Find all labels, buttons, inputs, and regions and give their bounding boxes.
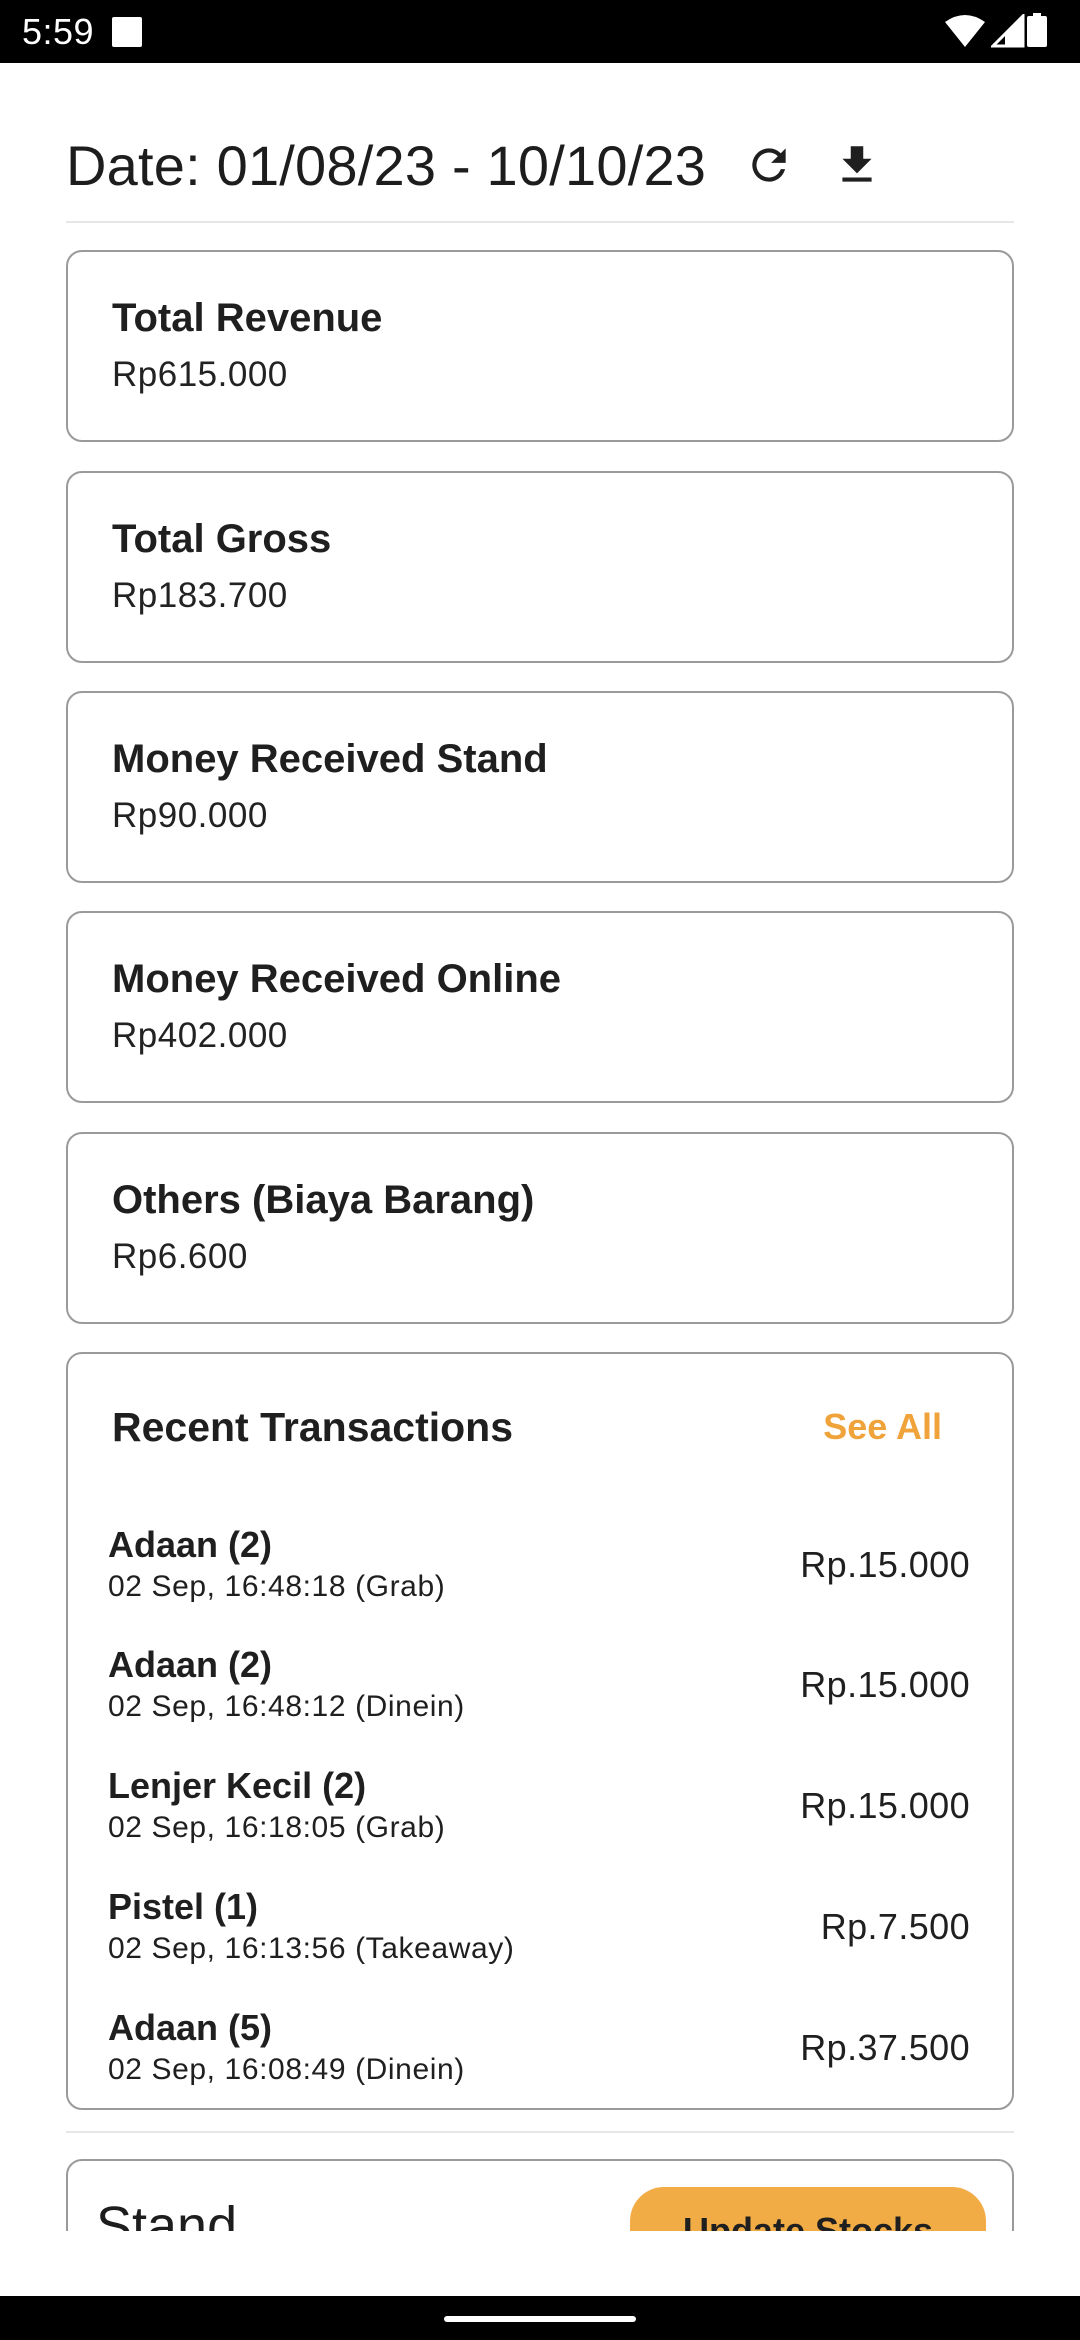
transaction-item-name: Adaan (2) (108, 1524, 273, 1565)
refresh-icon[interactable] (742, 138, 796, 192)
signal-icon (991, 14, 1025, 48)
status-time: 5:59 (22, 11, 95, 52)
stat-value: Rp90.000 (112, 796, 268, 835)
transaction-meta: 02 Sep, 16:08:49 (Dinein) (108, 2053, 465, 2086)
date-header: Date: 01/08/23 - 10/10/23 (66, 125, 884, 205)
transaction-item-name: Pistel (1) (108, 1886, 259, 1927)
battery-icon (1027, 13, 1047, 47)
recent-transactions-title: Recent Transactions (112, 1404, 514, 1450)
transaction-meta: 02 Sep, 16:48:18 (Grab) (108, 1570, 446, 1603)
transaction-row[interactable]: Adaan (5) 02 Sep, 16:08:49 (Dinein) Rp.3… (68, 2007, 1012, 2107)
transaction-row[interactable]: Pistel (1) 02 Sep, 16:13:56 (Takeaway) R… (68, 1886, 1012, 1986)
download-icon[interactable] (830, 138, 884, 192)
transaction-meta: 02 Sep, 16:13:56 (Takeaway) (108, 1932, 515, 1965)
stat-title: Others (Biaya Barang) (112, 1178, 535, 1222)
wifi-icon (945, 15, 985, 47)
transaction-amount: Rp.37.500 (800, 2027, 970, 2068)
section-divider (66, 2131, 1014, 2133)
recent-transactions-card: Recent Transactions See All Adaan (2) 02… (66, 1352, 1014, 2110)
stat-card-total-gross: Total Gross Rp183.700 (66, 471, 1014, 663)
notification-square-icon (112, 17, 142, 47)
transaction-row[interactable]: Adaan (2) 02 Sep, 16:48:12 (Dinein) Rp.1… (68, 1644, 1012, 1744)
date-range-label[interactable]: Date: 01/08/23 - 10/10/23 (66, 133, 706, 198)
transaction-row[interactable]: Adaan (2) 02 Sep, 16:48:18 (Grab) Rp.15.… (68, 1524, 1012, 1624)
stat-value: Rp402.000 (112, 1016, 288, 1055)
stat-title: Total Revenue (112, 296, 383, 340)
report-screen[interactable]: Date: 01/08/23 - 10/10/23 Total Revenue … (0, 63, 1080, 2231)
stand-title: Stand (96, 2196, 238, 2231)
navigation-bar (0, 2296, 1080, 2340)
stat-value: Rp615.000 (112, 355, 288, 394)
transaction-meta: 02 Sep, 16:18:05 (Grab) (108, 1811, 446, 1844)
transaction-meta: 02 Sep, 16:48:12 (Dinein) (108, 1690, 465, 1723)
transaction-amount: Rp.7.500 (820, 1906, 970, 1947)
stat-card-total-revenue: Total Revenue Rp615.000 (66, 250, 1014, 442)
transaction-item-name: Adaan (2) (108, 1644, 273, 1685)
stat-value: Rp183.700 (112, 576, 288, 615)
stand-card: Stand Update Stocks (66, 2159, 1014, 2231)
stat-value: Rp6.600 (112, 1237, 248, 1276)
update-stocks-button[interactable]: Update Stocks (630, 2187, 986, 2231)
transaction-amount: Rp.15.000 (800, 1785, 970, 1826)
stat-title: Total Gross (112, 517, 332, 561)
transaction-amount: Rp.15.000 (800, 1664, 970, 1705)
stat-title: Money Received Stand (112, 737, 548, 781)
stat-card-others: Others (Biaya Barang) Rp6.600 (66, 1132, 1014, 1324)
transaction-item-name: Lenjer Kecil (2) (108, 1765, 367, 1806)
see-all-link[interactable]: See All (823, 1406, 942, 1448)
stat-title: Money Received Online (112, 957, 562, 1001)
status-bar: 5:59 (0, 0, 1080, 63)
transaction-row[interactable]: Lenjer Kecil (2) 02 Sep, 16:18:05 (Grab)… (68, 1765, 1012, 1865)
transaction-amount: Rp.15.000 (800, 1544, 970, 1585)
home-gesture-handle[interactable] (444, 2316, 636, 2322)
stat-card-money-received-stand: Money Received Stand Rp90.000 (66, 691, 1014, 883)
header-divider (66, 221, 1014, 223)
transaction-item-name: Adaan (5) (108, 2007, 273, 2048)
stat-card-money-received-online: Money Received Online Rp402.000 (66, 911, 1014, 1103)
